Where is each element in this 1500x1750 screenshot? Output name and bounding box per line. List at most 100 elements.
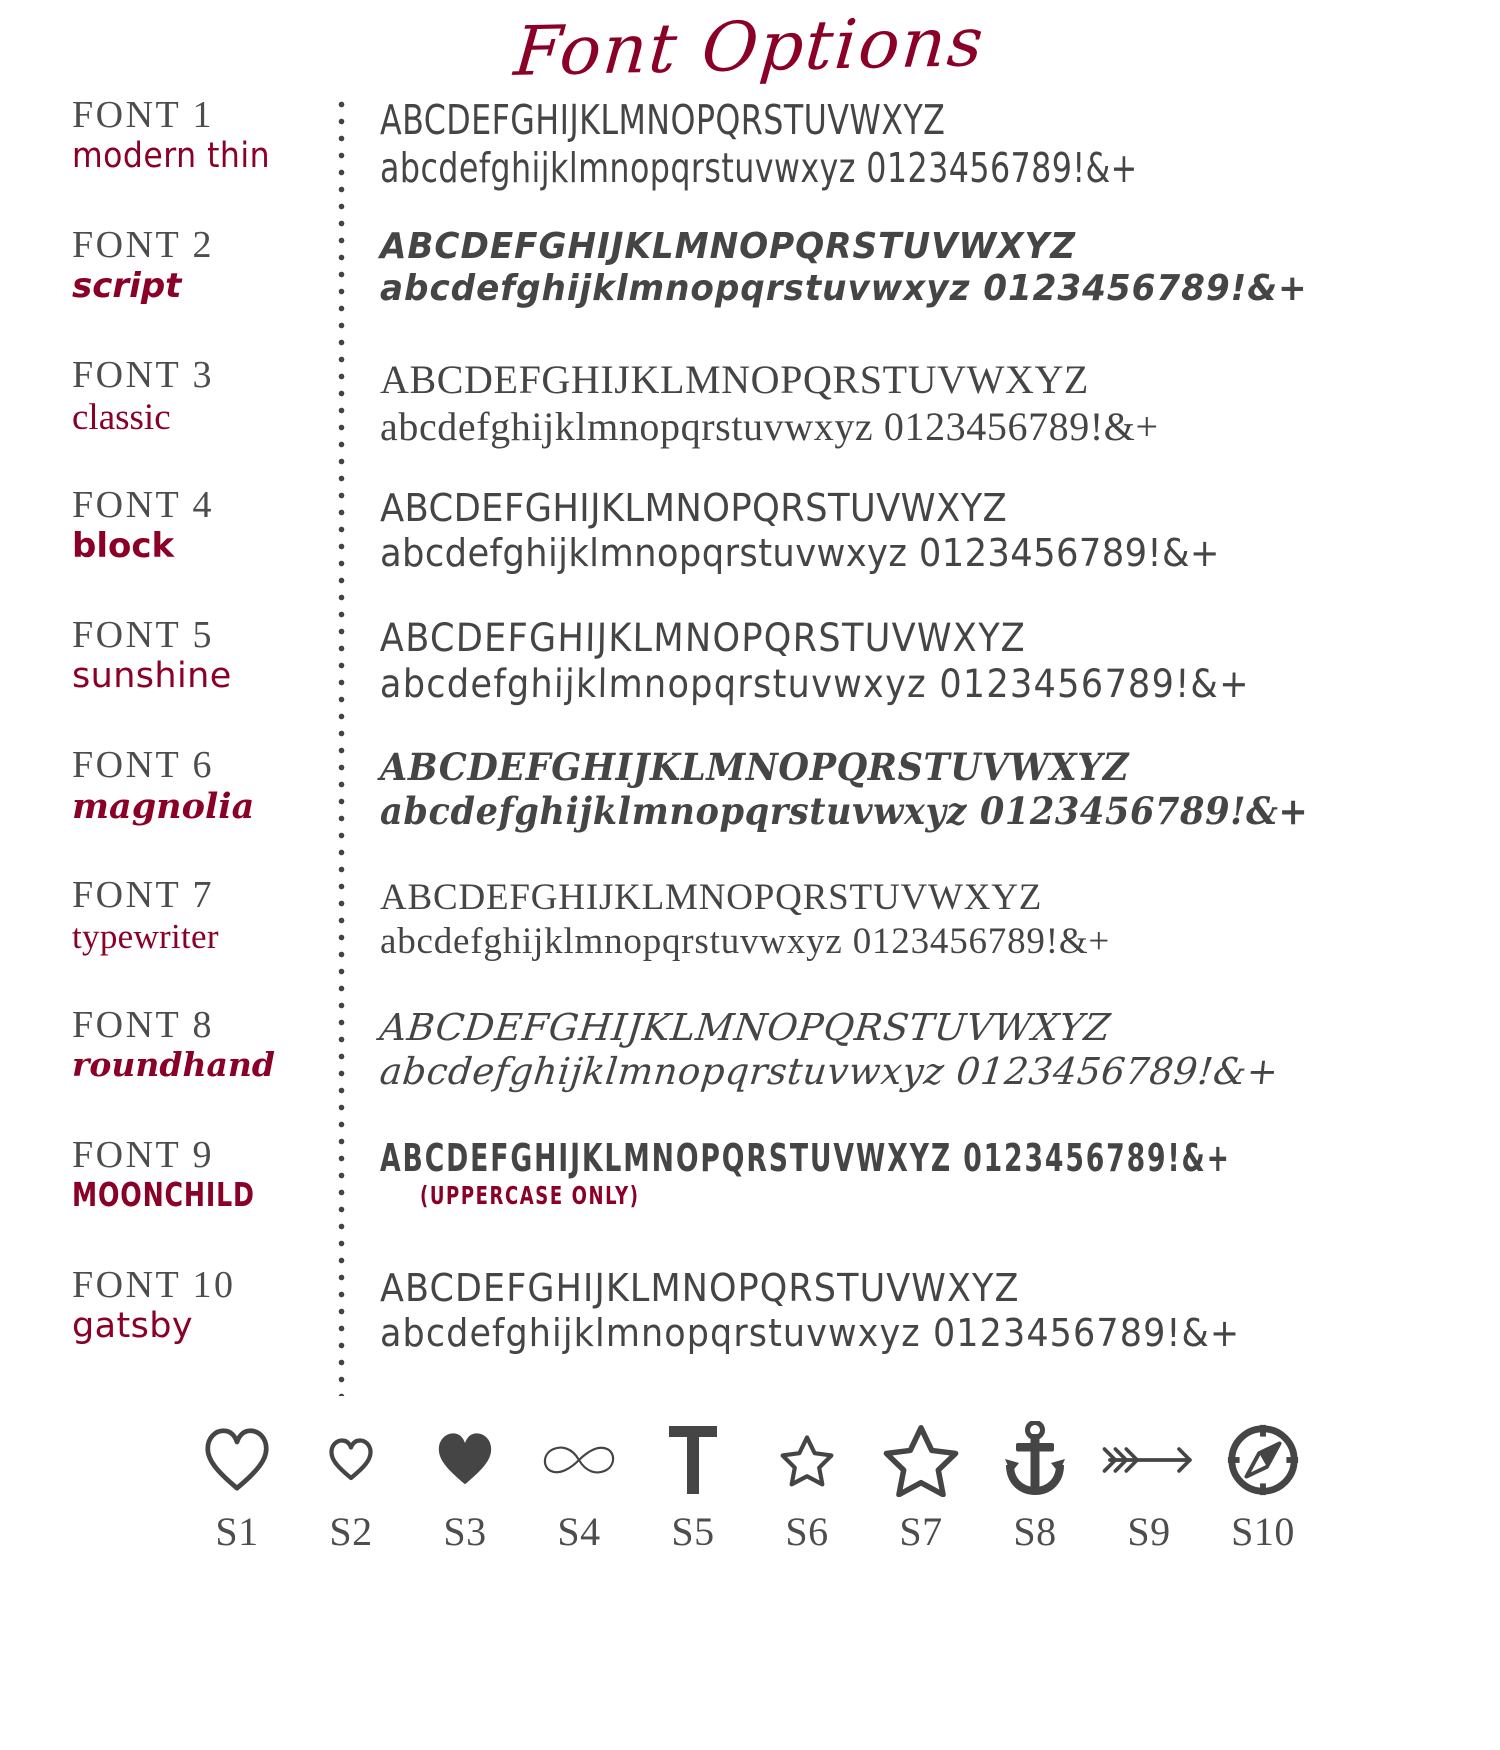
anchor-icon xyxy=(978,1418,1092,1502)
font-number: FONT 4 xyxy=(72,484,215,526)
font-style-name: sunshine xyxy=(72,655,232,696)
font-number: FONT 2 xyxy=(72,224,215,266)
symbol-label: S8 xyxy=(1013,1509,1057,1554)
font-sample: ABCDEFGHIJKLMNOPQRSTUVWXYZ abcdefghijklm… xyxy=(318,96,1500,193)
symbol-option-s2[interactable]: S2 xyxy=(294,1418,408,1555)
arrow-feathered-icon xyxy=(1092,1418,1206,1502)
font-options-list: FONT 1 modern thin ABCDEFGHIJKLMNOPQRSTU… xyxy=(0,94,1500,1396)
sample-lowercase: abcdefghijklmnopqrstuvwxyz 0123456789!&+ xyxy=(380,530,1220,575)
font-sample: ABCDEFGHIJKLMNOPQRSTUVWXYZ abcdefghijklm… xyxy=(318,876,1500,963)
font-number: FONT 6 xyxy=(72,744,215,786)
font-row[interactable]: FONT 8 roundhand ABCDEFGHIJKLMNOPQRSTUVW… xyxy=(0,1004,1500,1136)
font-label-group: FONT 5 sunshine xyxy=(0,614,318,696)
font-sample: ABCDEFGHIJKLMNOPQRSTUVWXYZ abcdefghijklm… xyxy=(318,1006,1500,1093)
font-label-group: FONT 3 classic xyxy=(0,354,318,438)
symbol-label: S6 xyxy=(785,1509,829,1554)
symbol-option-s6[interactable]: S6 xyxy=(750,1418,864,1555)
font-row[interactable]: FONT 9 MOONCHILD ABCDEFGHIJKLMNOPQRSTUVW… xyxy=(0,1135,1500,1266)
font-row[interactable]: FONT 7 typewriter ABCDEFGHIJKLMNOPQRSTUV… xyxy=(0,874,1500,1006)
sample-uppercase: ABCDEFGHIJKLMNOPQRSTUVWXYZ xyxy=(380,357,1089,402)
symbol-label: S1 xyxy=(215,1509,259,1554)
dotted-divider xyxy=(338,96,345,1396)
sample-uppercase: ABCDEFGHIJKLMNOPQRSTUVWXYZ xyxy=(380,226,1076,267)
symbol-label: S10 xyxy=(1231,1509,1295,1554)
font-number: FONT 7 xyxy=(72,874,215,916)
font-sample: ABCDEFGHIJKLMNOPQRSTUVWXYZ abcdefghijklm… xyxy=(318,356,1500,450)
font-number: FONT 1 xyxy=(72,94,215,136)
symbol-label: S2 xyxy=(329,1509,373,1554)
font-label-group: FONT 8 roundhand xyxy=(0,1004,318,1084)
sample-uppercase: ABCDEFGHIJKLMNOPQRSTUVWXYZ xyxy=(377,1006,1113,1049)
font-style-name: MOONCHILD xyxy=(72,1174,255,1214)
font-label-group: FONT 7 typewriter xyxy=(0,874,318,956)
font-sample: ABCDEFGHIJKLMNOPQRSTUVWXYZ abcdefghijklm… xyxy=(318,745,1500,833)
font-number: FONT 8 xyxy=(72,1004,215,1046)
symbol-option-s8[interactable]: S8 xyxy=(978,1418,1092,1555)
symbol-option-s4[interactable]: S4 xyxy=(522,1418,636,1555)
symbol-label: S7 xyxy=(899,1509,943,1554)
font-style-name: magnolia xyxy=(72,785,255,827)
font-sample: ABCDEFGHIJKLMNOPQRSTUVWXYZ abcdefghijklm… xyxy=(318,486,1500,576)
font-label-group: FONT 10 gatsby xyxy=(0,1264,318,1346)
font-style-name: script xyxy=(72,265,182,306)
heart-outline-large-icon xyxy=(180,1418,294,1502)
symbol-label: S4 xyxy=(557,1509,601,1554)
font-style-name: gatsby xyxy=(72,1305,193,1346)
sample-uppercase: ABCDEFGHIJKLMNOPQRSTUVWXYZ 0123456789!&+ xyxy=(380,1136,1231,1180)
font-row[interactable]: FONT 4 block ABCDEFGHIJKLMNOPQRSTUVWXYZ … xyxy=(0,484,1500,616)
font-number: FONT 10 xyxy=(72,1264,236,1306)
symbol-option-s5[interactable]: S5 xyxy=(636,1418,750,1555)
heart-outline-small-icon xyxy=(294,1418,408,1502)
sample-lowercase: abcdefghijklmnopqrstuvwxyz 0123456789!&+ xyxy=(380,788,1309,833)
symbol-label: S5 xyxy=(671,1509,715,1554)
font-sample: ABCDEFGHIJKLMNOPQRSTUVWXYZ abcdefghijklm… xyxy=(318,1266,1500,1356)
sample-uppercase: ABCDEFGHIJKLMNOPQRSTUVWXYZ xyxy=(380,1266,1020,1310)
symbol-option-s7[interactable]: S7 xyxy=(864,1418,978,1555)
font-row[interactable]: FONT 1 modern thin ABCDEFGHIJKLMNOPQRSTU… xyxy=(0,94,1500,226)
symbol-option-s3[interactable]: S3 xyxy=(408,1418,522,1555)
font-style-name: roundhand xyxy=(72,1044,275,1084)
symbol-option-s10[interactable]: S10 xyxy=(1206,1418,1320,1555)
font-row[interactable]: FONT 5 sunshine ABCDEFGHIJKLMNOPQRSTUVWX… xyxy=(0,614,1500,746)
sample-lowercase: abcdefghijklmnopqrstuvwxyz 0123456789!&+ xyxy=(380,144,1138,193)
sample-lowercase: abcdefghijklmnopqrstuvwxyz 0123456789!&+ xyxy=(380,268,1308,310)
sample-lowercase: abcdefghijklmnopqrstuvwxyz 0123456789!&+ xyxy=(380,404,1159,450)
symbol-label: S9 xyxy=(1127,1509,1171,1554)
sample-lowercase: abcdefghijklmnopqrstuvwxyz 0123456789!&+ xyxy=(377,1049,1281,1093)
heart-filled-icon xyxy=(408,1418,522,1502)
font-style-name: classic xyxy=(72,396,171,438)
page-title: Font Options xyxy=(511,3,989,92)
sample-uppercase: ABCDEFGHIJKLMNOPQRSTUVWXYZ xyxy=(380,877,1043,918)
font-label-group: FONT 9 MOONCHILD xyxy=(0,1135,318,1214)
symbol-option-s1[interactable]: S1 xyxy=(180,1418,294,1555)
font-row[interactable]: FONT 10 gatsby ABCDEFGHIJKLMNOPQRSTUVWXY… xyxy=(0,1264,1500,1396)
font-label-group: FONT 2 script xyxy=(0,224,318,306)
font-row[interactable]: FONT 2 script ABCDEFGHIJKLMNOPQRSTUVWXYZ… xyxy=(0,224,1500,356)
sample-uppercase: ABCDEFGHIJKLMNOPQRSTUVWXYZ xyxy=(379,616,1027,661)
font-sample: ABCDEFGHIJKLMNOPQRSTUVWXYZ abcdefghijklm… xyxy=(318,226,1500,311)
star-outline-large-icon xyxy=(864,1418,978,1502)
font-style-name: block xyxy=(72,525,175,566)
font-number: FONT 5 xyxy=(72,614,215,656)
font-label-group: FONT 4 block xyxy=(0,484,318,566)
sample-uppercase: ABCDEFGHIJKLMNOPQRSTUVWXYZ xyxy=(380,486,1008,530)
font-style-name: modern thin xyxy=(72,135,271,176)
cross-icon xyxy=(636,1418,750,1502)
sample-uppercase: ABCDEFGHIJKLMNOPQRSTUVWXYZ xyxy=(380,745,1130,789)
font-number: FONT 3 xyxy=(72,354,215,396)
font-label-group: FONT 6 magnolia xyxy=(0,744,318,827)
sample-lowercase: abcdefghijklmnopqrstuvwxyz 0123456789!&+ xyxy=(379,662,1251,708)
symbol-option-s9[interactable]: S9 xyxy=(1092,1418,1206,1555)
font-row[interactable]: FONT 6 magnolia ABCDEFGHIJKLMNOPQRSTUVWX… xyxy=(0,744,1500,876)
font-sample: ABCDEFGHIJKLMNOPQRSTUVWXYZ abcdefghijklm… xyxy=(318,616,1500,708)
infinity-icon xyxy=(522,1418,636,1502)
font-label-group: FONT 1 modern thin xyxy=(0,94,318,176)
sample-uppercase: ABCDEFGHIJKLMNOPQRSTUVWXYZ xyxy=(380,96,946,144)
page-header: Font Options xyxy=(0,0,1500,96)
sample-note: (UPPERCASE ONLY) xyxy=(420,1180,640,1210)
font-row[interactable]: FONT 3 classic ABCDEFGHIJKLMNOPQRSTUVWXY… xyxy=(0,354,1500,486)
sample-lowercase: abcdefghijklmnopqrstuvwxyz 0123456789!&+ xyxy=(380,1310,1241,1355)
font-style-name: typewriter xyxy=(72,916,219,956)
symbol-label: S3 xyxy=(443,1509,487,1554)
sample-lowercase: abcdefghijklmnopqrstuvwxyz 0123456789!&+ xyxy=(380,920,1111,962)
